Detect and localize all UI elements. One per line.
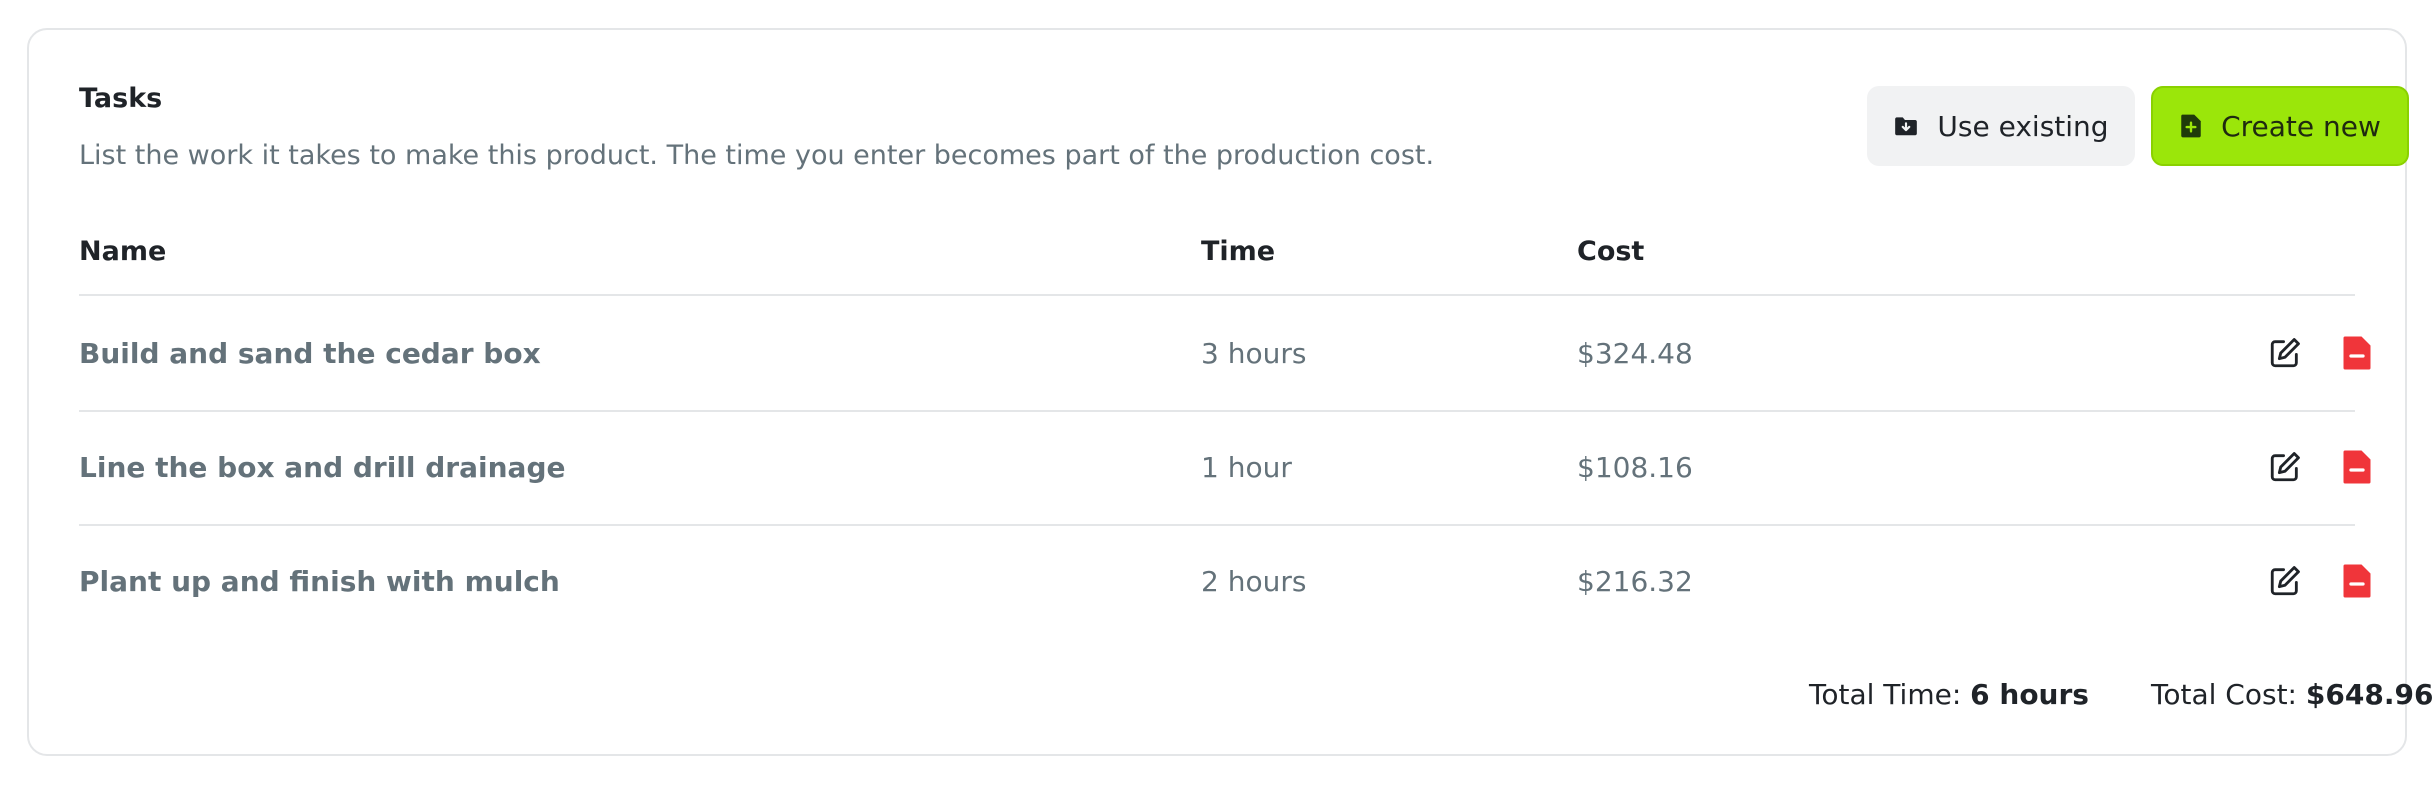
task-name: Build and sand the cedar box bbox=[79, 336, 541, 370]
task-cost: $324.48 bbox=[1577, 336, 1693, 370]
task-time: 2 hours bbox=[1201, 564, 1307, 598]
total-cost-value: $648.96 bbox=[2305, 678, 2434, 711]
total-cost-label: Total Cost: bbox=[2151, 678, 2297, 711]
task-name: Line the box and drill drainage bbox=[79, 450, 566, 484]
total-cost: Total Cost: $648.96 bbox=[2151, 678, 2433, 711]
task-cost: $108.16 bbox=[1577, 450, 1693, 484]
delete-file-icon[interactable] bbox=[2337, 333, 2377, 373]
total-time-value: 6 hours bbox=[1970, 678, 2089, 711]
table-row: Line the box and drill drainage 1 hour $… bbox=[79, 410, 2371, 526]
task-name: Plant up and finish with mulch bbox=[79, 564, 560, 598]
task-cost: $216.32 bbox=[1577, 564, 1693, 598]
folder-download-icon bbox=[1893, 113, 1919, 139]
task-time: 1 hour bbox=[1201, 450, 1292, 484]
create-new-label: Create new bbox=[2221, 109, 2381, 143]
section-title: Tasks bbox=[79, 83, 163, 114]
use-existing-button[interactable]: Use existing bbox=[1867, 86, 2135, 166]
edit-icon[interactable] bbox=[2265, 561, 2305, 601]
tasks-card-content: Tasks List the work it takes to make thi… bbox=[79, 30, 2433, 754]
create-new-button[interactable]: Create new bbox=[2151, 86, 2409, 166]
edit-icon[interactable] bbox=[2265, 333, 2305, 373]
column-header-cost: Cost bbox=[1577, 236, 1645, 267]
table-row: Build and sand the cedar box 3 hours $32… bbox=[79, 296, 2371, 412]
delete-file-icon[interactable] bbox=[2337, 561, 2377, 601]
total-time: Total Time: 6 hours bbox=[1809, 678, 2089, 711]
use-existing-label: Use existing bbox=[1937, 109, 2109, 143]
delete-file-icon[interactable] bbox=[2337, 447, 2377, 487]
column-header-time: Time bbox=[1201, 236, 1276, 267]
section-description: List the work it takes to make this prod… bbox=[79, 140, 1435, 171]
total-time-label: Total Time: bbox=[1809, 678, 1962, 711]
tasks-card: Tasks List the work it takes to make thi… bbox=[27, 28, 2433, 756]
column-header-name: Name bbox=[79, 236, 167, 267]
task-time: 3 hours bbox=[1201, 336, 1307, 370]
table-row: Plant up and finish with mulch 2 hours $… bbox=[79, 524, 2371, 638]
edit-icon[interactable] bbox=[2265, 447, 2305, 487]
file-plus-icon bbox=[2179, 113, 2203, 139]
